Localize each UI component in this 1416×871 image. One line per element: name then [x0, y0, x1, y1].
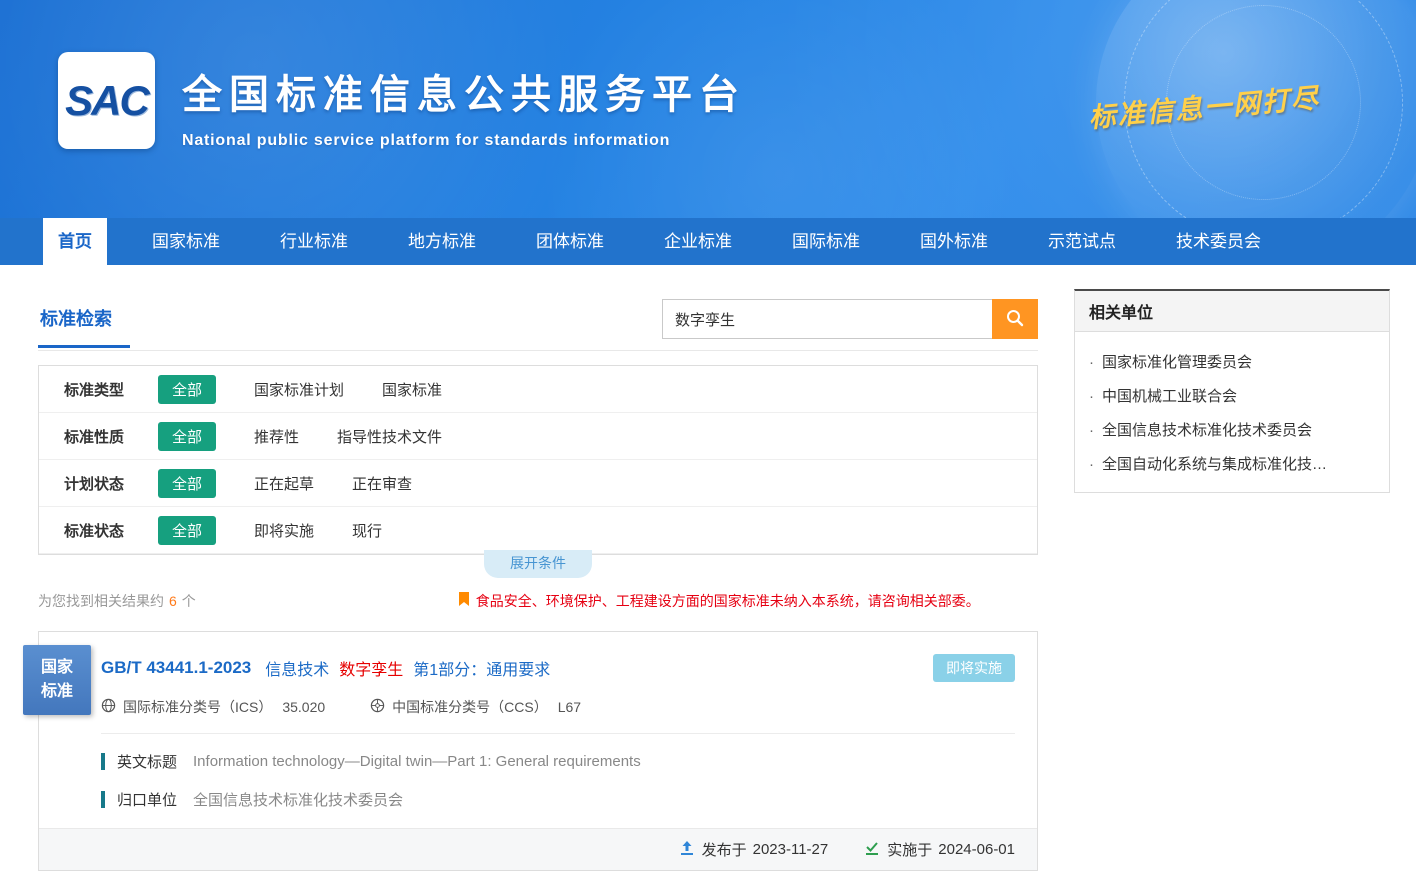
site-title: 全国标准信息公共服务平台: [182, 62, 746, 120]
filter-label: 计划状态: [64, 473, 144, 494]
filter-label: 标准状态: [64, 520, 144, 541]
english-title-value: Information technology—Digital twin—Part…: [193, 753, 641, 770]
filter-row-standard-type: 标准类型 全部 国家标准计划 国家标准: [39, 366, 1037, 413]
nav-item-technical-committee[interactable]: 技术委员会: [1161, 218, 1276, 265]
ccs-group: 中国标准分类号（CCS） L67: [370, 697, 581, 717]
notice-row: 食品安全、环境保护、工程建设方面的国家标准未纳入本系统，请咨询相关部委。: [458, 591, 980, 611]
site-subtitle: National public service platform for sta…: [182, 132, 746, 150]
result-count-suffix: 个: [182, 591, 196, 611]
filter-option[interactable]: 国家标准: [382, 379, 442, 400]
teal-bar: [101, 791, 105, 808]
card-footer: 发布于 2023-11-27 实施于 2024-06-01: [39, 828, 1037, 870]
related-units-panel: 相关单位 国家标准化管理委员会 中国机械工业联合会 全国信息技术标准化技术委员会…: [1074, 289, 1390, 493]
publish-label: 发布于: [702, 839, 747, 860]
sidebar-item-sac[interactable]: 国家标准化管理委员会: [1075, 338, 1389, 372]
publish-date-item: 发布于 2023-11-27: [679, 839, 829, 860]
nav-item-pilot[interactable]: 示范试点: [1033, 218, 1131, 265]
main-column: 标准检索 标准类型 全部 国家标准计划 国家标准 标准性质 全部 推荐性: [38, 289, 1038, 871]
standard-title-pre[interactable]: 信息技术: [265, 656, 329, 680]
result-info-row: 为您找到相关结果约 6 个 食品安全、环境保护、工程建设方面的国家标准未纳入本系…: [38, 591, 1038, 611]
filter-row-standard-status: 标准状态 全部 即将实施 现行: [39, 507, 1037, 554]
flag-icon: [458, 592, 476, 610]
sidebar-item-machinery-federation[interactable]: 中国机械工业联合会: [1075, 372, 1389, 406]
filter-option[interactable]: 现行: [352, 520, 382, 541]
filter-option[interactable]: 推荐性: [254, 426, 299, 447]
filter-all-button[interactable]: 全部: [158, 422, 216, 451]
nav-item-enterprise-standards[interactable]: 企业标准: [649, 218, 747, 265]
notice-text: 食品安全、环境保护、工程建设方面的国家标准未纳入本系统，请咨询相关部委。: [476, 591, 980, 611]
implement-date-item: 实施于 2024-06-01: [864, 839, 1015, 860]
standard-title-keyword[interactable]: 数字孪生: [339, 656, 403, 680]
related-units-title: 相关单位: [1075, 291, 1389, 332]
filter-all-button[interactable]: 全部: [158, 516, 216, 545]
badge-line2: 标准: [41, 680, 73, 704]
standard-code-link[interactable]: GB/T 43441.1-2023: [101, 658, 251, 678]
content-area: 标准检索 标准类型 全部 国家标准计划 国家标准 标准性质 全部 推荐性: [0, 265, 1416, 871]
main-nav: 首页 国家标准 行业标准 地方标准 团体标准 企业标准 国际标准 国外标准 示范…: [0, 218, 1416, 265]
filter-option[interactable]: 正在审查: [352, 473, 412, 494]
card-title-row: GB/T 43441.1-2023 信息技术 数字孪生 第1部分：通用要求 即将…: [101, 654, 1015, 682]
filter-option[interactable]: 即将实施: [254, 520, 314, 541]
filter-all-button[interactable]: 全部: [158, 375, 216, 404]
nav-item-home[interactable]: 首页: [43, 218, 107, 265]
filter-row-standard-nature: 标准性质 全部 推荐性 指导性技术文件: [39, 413, 1037, 460]
committee-row: 归口单位 全国信息技术标准化技术委员会: [39, 789, 1037, 810]
nav-item-local-standards[interactable]: 地方标准: [393, 218, 491, 265]
related-units-list: 国家标准化管理委员会 中国机械工业联合会 全国信息技术标准化技术委员会 全国自动…: [1075, 332, 1389, 492]
ics-value: 35.020: [282, 699, 325, 715]
ccs-value: L67: [558, 699, 581, 715]
filter-all-button[interactable]: 全部: [158, 469, 216, 498]
implement-label: 实施于: [887, 839, 932, 860]
search-icon: [1005, 308, 1025, 331]
result-count-prefix: 为您找到相关结果约: [38, 591, 164, 611]
nav-item-national-standards[interactable]: 国家标准: [137, 218, 235, 265]
implement-date: 2024-06-01: [938, 841, 1015, 858]
site-header: SAC 全国标准信息公共服务平台 National public service…: [0, 0, 1416, 218]
filter-option[interactable]: 正在起草: [254, 473, 314, 494]
ccs-label: 中国标准分类号（CCS）: [392, 697, 548, 717]
filter-option[interactable]: 指导性技术文件: [337, 426, 442, 447]
nav-item-industry-standards[interactable]: 行业标准: [265, 218, 363, 265]
teal-bar: [101, 753, 105, 770]
standard-title-post[interactable]: 第1部分：通用要求: [413, 656, 550, 680]
search-button[interactable]: [992, 299, 1038, 339]
filter-panel: 标准类型 全部 国家标准计划 国家标准 标准性质 全部 推荐性 指导性技术文件 …: [38, 365, 1038, 555]
filter-label: 标准性质: [64, 426, 144, 447]
committee-value: 全国信息技术标准化技术委员会: [193, 789, 403, 810]
upload-icon: [679, 840, 702, 860]
sac-logo-text: SAC: [65, 77, 148, 125]
search-input[interactable]: [662, 299, 992, 339]
publish-date: 2023-11-27: [753, 841, 829, 858]
nav-item-foreign-standards[interactable]: 国外标准: [905, 218, 1003, 265]
result-count: 6: [169, 593, 177, 609]
nav-item-international-standards[interactable]: 国际标准: [777, 218, 875, 265]
nav-item-group-standards[interactable]: 团体标准: [521, 218, 619, 265]
tab-standard-search[interactable]: 标准检索: [38, 289, 130, 348]
expand-conditions-button[interactable]: 展开条件: [484, 550, 592, 578]
card-meta-row: 国际标准分类号（ICS） 35.020 中国标准分类号（CCS） L67: [101, 697, 1015, 734]
standard-result-card: 国家 标准 GB/T 43441.1-2023 信息技术 数字孪生 第1部分：通…: [38, 631, 1038, 871]
filter-label: 标准类型: [64, 379, 144, 400]
compass-icon: [370, 698, 392, 716]
sidebar-item-it-standards-committee[interactable]: 全国信息技术标准化技术委员会: [1075, 406, 1389, 440]
check-icon: [864, 840, 887, 860]
search-row: 标准检索: [38, 289, 1038, 351]
badge-line1: 国家: [41, 656, 73, 680]
card-header: GB/T 43441.1-2023 信息技术 数字孪生 第1部分：通用要求 即将…: [39, 632, 1037, 734]
english-title-label: 英文标题: [117, 751, 177, 772]
sidebar-item-automation-committee[interactable]: 全国自动化系统与集成标准化技…: [1075, 440, 1389, 474]
site-title-block: 全国标准信息公共服务平台 National public service pla…: [182, 62, 746, 150]
national-standard-badge: 国家 标准: [23, 645, 91, 715]
globe-icon: [101, 698, 123, 716]
ics-label: 国际标准分类号（ICS）: [123, 697, 272, 717]
filter-row-plan-status: 计划状态 全部 正在起草 正在审查: [39, 460, 1037, 507]
committee-label: 归口单位: [117, 789, 177, 810]
english-title-row: 英文标题 Information technology—Digital twin…: [39, 751, 1037, 772]
ics-group: 国际标准分类号（ICS） 35.020: [101, 697, 325, 717]
status-badge: 即将实施: [933, 654, 1015, 682]
search-box: [662, 299, 1038, 339]
filter-option[interactable]: 国家标准计划: [254, 379, 344, 400]
sac-logo[interactable]: SAC: [58, 52, 155, 149]
